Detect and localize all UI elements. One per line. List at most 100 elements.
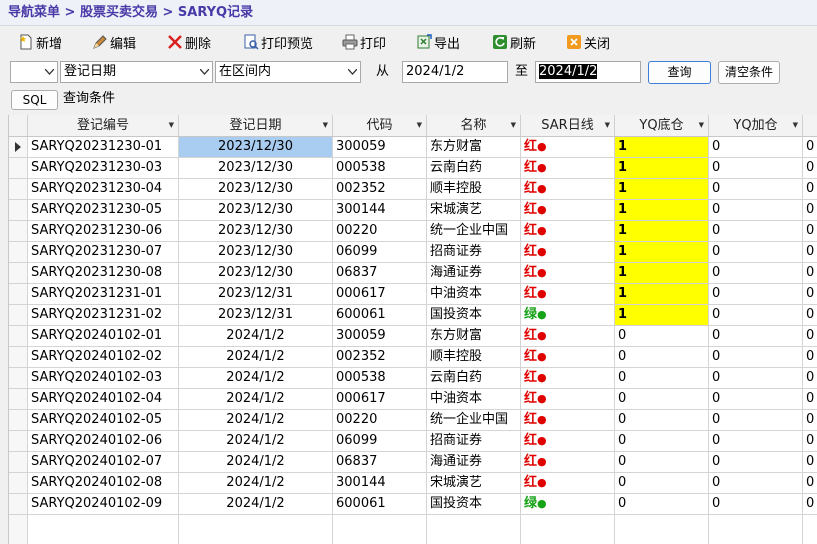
row-indicator[interactable] (9, 221, 28, 242)
cell-yq-base[interactable]: 0 (615, 368, 709, 389)
cell-yq-add[interactable]: 0 (709, 158, 803, 179)
print-preview-button[interactable]: 打印预览 (243, 31, 313, 53)
cell-name[interactable]: 东方财富 (427, 326, 521, 347)
cell-yq-base[interactable]: 0 (615, 452, 709, 473)
row-indicator[interactable] (9, 158, 28, 179)
table-row[interactable]: SARYQ20231230-05 2023/12/30 300144 宋城演艺 红● 1 0… (9, 200, 817, 221)
cell-extra[interactable]: 0 (803, 200, 817, 221)
cell-id[interactable]: SARYQ20240102-02 (28, 347, 179, 368)
column-header[interactable]: YQ底仓 ▼ (615, 115, 709, 136)
table-row[interactable]: SARYQ20240102-07 2024/1/2 06837 海通证券 红● 0 0 0 (9, 452, 817, 473)
cell-code[interactable]: 600061 (333, 305, 427, 326)
cell-sar[interactable]: 红● (521, 242, 615, 263)
row-indicator[interactable] (9, 368, 28, 389)
from-date-input[interactable]: 2024/1/2 (402, 61, 508, 83)
cell-extra[interactable]: 0 (803, 179, 817, 200)
cell-code[interactable]: 00220 (333, 410, 427, 431)
cell-code[interactable]: 06837 (333, 452, 427, 473)
cell-name[interactable]: 中油资本 (427, 389, 521, 410)
cell-name[interactable]: 云南白药 (427, 158, 521, 179)
column-header[interactable]: 登记编号 ▼ (28, 115, 179, 136)
cell-sar[interactable]: 红● (521, 347, 615, 368)
row-indicator[interactable] (9, 200, 28, 221)
cell-code[interactable]: 000538 (333, 368, 427, 389)
cell-sar[interactable]: 红● (521, 326, 615, 347)
cell-sar[interactable]: 红● (521, 473, 615, 494)
cell-name[interactable]: 国投资本 (427, 494, 521, 515)
cell-yq-base[interactable]: 1 (615, 158, 709, 179)
cell-extra[interactable]: 0 (803, 284, 817, 305)
row-indicator[interactable] (9, 242, 28, 263)
cell-yq-base[interactable]: 0 (615, 431, 709, 452)
table-row[interactable]: SARYQ20231230-07 2023/12/30 06099 招商证券 红● 1 0 0 (9, 242, 817, 263)
cell-name[interactable]: 统一企业中国 (427, 410, 521, 431)
field-select[interactable]: 登记日期 (60, 61, 213, 83)
cell-id[interactable]: SARYQ20231230-08 (28, 263, 179, 284)
cell-yq-base[interactable]: 0 (615, 473, 709, 494)
cell-code[interactable]: 06099 (333, 242, 427, 263)
cell-id[interactable]: SARYQ20240102-06 (28, 431, 179, 452)
close-button[interactable]: 关闭 (566, 31, 610, 53)
cell-yq-add[interactable]: 0 (709, 452, 803, 473)
cell-id[interactable]: SARYQ20231230-06 (28, 221, 179, 242)
cell-yq-add[interactable]: 0 (709, 179, 803, 200)
new-button[interactable]: 新增 (18, 31, 62, 53)
table-row[interactable]: SARYQ20240102-04 2024/1/2 000617 中油资本 红● 0 0 0 (9, 389, 817, 410)
row-indicator[interactable] (9, 179, 28, 200)
table-row[interactable]: SARYQ20240102-03 2024/1/2 000538 云南白药 红● 0 0 0 (9, 368, 817, 389)
cell-id[interactable]: SARYQ20240102-05 (28, 410, 179, 431)
cell-yq-add[interactable]: 0 (709, 284, 803, 305)
cell-date[interactable]: 2024/1/2 (179, 326, 333, 347)
cell-name[interactable]: 海通证券 (427, 452, 521, 473)
cell-yq-add[interactable]: 0 (709, 263, 803, 284)
cell-name[interactable]: 宋城演艺 (427, 473, 521, 494)
cell-code[interactable]: 300059 (333, 137, 427, 158)
delete-button[interactable]: 删除 (167, 31, 211, 53)
cell-id[interactable]: SARYQ20240102-08 (28, 473, 179, 494)
cell-yq-add[interactable]: 0 (709, 200, 803, 221)
cell-date[interactable]: 2024/1/2 (179, 494, 333, 515)
cell-yq-base[interactable]: 1 (615, 242, 709, 263)
cell-name[interactable]: 东方财富 (427, 137, 521, 158)
column-header[interactable]: 登记日期 ▼ (179, 115, 333, 136)
cell-id[interactable]: SARYQ20231230-07 (28, 242, 179, 263)
cell-name[interactable]: 云南白药 (427, 368, 521, 389)
cell-code[interactable]: 000538 (333, 158, 427, 179)
cell-date[interactable]: 2024/1/2 (179, 452, 333, 473)
cell-date[interactable]: 2024/1/2 (179, 368, 333, 389)
column-header[interactable]: SAR日线 ▼ (521, 115, 615, 136)
cell-yq-base[interactable]: 0 (615, 326, 709, 347)
cell-code[interactable]: 600061 (333, 494, 427, 515)
row-indicator[interactable] (9, 137, 28, 158)
cell-sar[interactable]: 红● (521, 263, 615, 284)
operator-select[interactable]: 在区间内 (215, 61, 361, 83)
cell-extra[interactable]: 0 (803, 452, 817, 473)
cell-code[interactable]: 00220 (333, 221, 427, 242)
cell-code[interactable]: 002352 (333, 347, 427, 368)
cell-date[interactable]: 2023/12/31 (179, 284, 333, 305)
cell-yq-base[interactable]: 1 (615, 305, 709, 326)
cell-sar[interactable]: 红● (521, 431, 615, 452)
row-indicator[interactable] (9, 473, 28, 494)
cell-yq-base[interactable]: 1 (615, 200, 709, 221)
row-indicator[interactable] (9, 452, 28, 473)
cell-name[interactable]: 统一企业中国 (427, 221, 521, 242)
table-row[interactable]: SARYQ20231230-03 2023/12/30 000538 云南白药 红● 1 0… (9, 158, 817, 179)
cell-sar[interactable]: 红● (521, 137, 615, 158)
cell-sar[interactable]: 红● (521, 389, 615, 410)
cell-extra[interactable]: 0 (803, 410, 817, 431)
table-row[interactable]: SARYQ20240102-09 2024/1/2 600061 国投资本 绿● 0 0 0 (9, 494, 817, 515)
cell-yq-base[interactable]: 1 (615, 263, 709, 284)
export-button[interactable]: 导出 (416, 31, 460, 53)
row-indicator[interactable] (9, 410, 28, 431)
cell-id[interactable]: SARYQ20231230-04 (28, 179, 179, 200)
column-header[interactable]: 名称 ▼ (427, 115, 521, 136)
cell-yq-base[interactable]: 0 (615, 389, 709, 410)
cell-id[interactable]: SARYQ20240102-01 (28, 326, 179, 347)
row-indicator[interactable] (9, 263, 28, 284)
cell-sar[interactable]: 红● (521, 200, 615, 221)
cell-id[interactable]: SARYQ20231231-01 (28, 284, 179, 305)
cell-extra[interactable]: 0 (803, 242, 817, 263)
cell-extra[interactable]: 0 (803, 305, 817, 326)
cell-name[interactable]: 宋城演艺 (427, 200, 521, 221)
